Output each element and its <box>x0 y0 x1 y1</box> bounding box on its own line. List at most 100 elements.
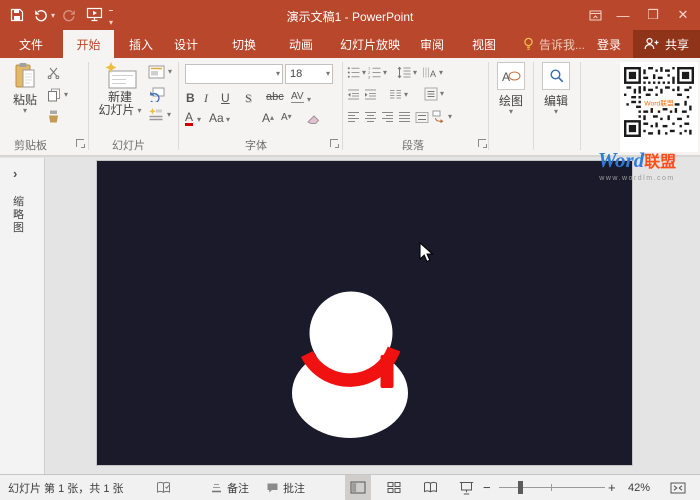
normal-view-button[interactable] <box>345 475 371 500</box>
slide-layout-button[interactable]: ▾ <box>148 65 172 79</box>
reading-view-button[interactable] <box>417 475 443 500</box>
numbered-list-icon: 123 <box>368 66 381 79</box>
underline-button[interactable]: U <box>221 91 230 105</box>
change-case-dropdown-arrow[interactable]: ▾ <box>226 116 230 124</box>
slide-number-indicator[interactable]: 幻灯片 第 1 张，共 1 张 <box>8 475 124 500</box>
font-color-dropdown-arrow[interactable]: ▾ <box>197 116 201 124</box>
reset-slide-button[interactable] <box>149 87 165 102</box>
tell-me-box[interactable]: 告诉我... <box>512 30 596 58</box>
tab-transitions[interactable]: 切换 <box>221 30 267 58</box>
align-text-button[interactable]: ▾ <box>424 87 444 101</box>
distribute-button[interactable] <box>415 111 429 124</box>
drawing-group-button[interactable]: A 绘图 ▾ <box>494 62 528 116</box>
slide-sorter-icon <box>387 481 401 494</box>
grow-font-button[interactable]: A▴ <box>262 111 274 125</box>
columns-button[interactable]: ▾ <box>389 88 408 101</box>
expand-pane-chevron-icon[interactable]: › <box>13 166 17 181</box>
bold-button[interactable]: B <box>186 91 195 105</box>
maximize-button[interactable]: ❒ <box>640 0 666 30</box>
text-shadow-button[interactable]: S <box>245 91 252 106</box>
zoom-in-button[interactable]: + <box>608 475 616 500</box>
tab-insert[interactable]: 插入 <box>118 30 164 58</box>
spellcheck-book-icon <box>155 481 172 495</box>
zoom-out-button[interactable]: − <box>483 475 491 500</box>
paste-dropdown-arrow[interactable]: ▾ <box>23 107 27 115</box>
drawing-dropdown-arrow[interactable]: ▾ <box>509 108 513 116</box>
columns-dropdown-arrow[interactable]: ▾ <box>404 91 408 99</box>
strikethrough-button[interactable]: abc <box>266 91 284 103</box>
align-center-button[interactable] <box>364 111 377 123</box>
justify-button[interactable] <box>398 111 411 123</box>
clear-formatting-button[interactable] <box>307 113 320 125</box>
line-spacing-button[interactable]: ▾ <box>397 66 417 79</box>
slide-sorter-view-button[interactable] <box>381 475 407 500</box>
char-spacing-dropdown-arrow[interactable]: ▾ <box>307 96 311 104</box>
tab-view[interactable]: 视图 <box>461 30 507 58</box>
person-add-icon <box>644 37 659 51</box>
new-slide-dropdown-arrow[interactable]: ▾ <box>138 107 142 115</box>
comments-button[interactable]: 批注 <box>266 475 305 500</box>
font-size-combobox[interactable]: 18▾ <box>285 64 333 84</box>
copy-dropdown-arrow[interactable]: ▾ <box>64 91 68 99</box>
section-dropdown-arrow[interactable]: ▾ <box>167 111 171 119</box>
zoom-slider-thumb[interactable] <box>518 481 523 494</box>
line-spacing-dropdown-arrow[interactable]: ▾ <box>413 69 417 77</box>
zoom-level-button[interactable]: 42% <box>628 475 650 500</box>
font-color-button[interactable]: A <box>185 111 193 126</box>
sign-in-button[interactable]: 登录 <box>586 30 632 58</box>
add-section-button[interactable]: ▾ <box>148 108 171 121</box>
scarf-tail-shape[interactable] <box>381 355 394 388</box>
zoom-slider-track[interactable] <box>499 487 605 488</box>
font-name-combobox[interactable]: ▾ <box>185 64 283 84</box>
align-right-button[interactable] <box>381 111 394 123</box>
proofing-status-button[interactable] <box>155 475 172 500</box>
layout-dropdown-arrow[interactable]: ▾ <box>168 68 172 76</box>
bullets-dropdown-arrow[interactable]: ▾ <box>362 69 366 77</box>
increase-indent-button[interactable] <box>364 88 377 101</box>
tab-design[interactable]: 设计 <box>163 30 209 58</box>
paste-button[interactable]: 粘贴 ▾ <box>8 62 42 115</box>
slide-canvas[interactable] <box>97 161 632 465</box>
notes-button[interactable]: 备注 <box>210 475 249 500</box>
tab-review[interactable]: 审阅 <box>409 30 455 58</box>
group-separator <box>580 62 581 150</box>
shrink-font-button[interactable]: A▾ <box>281 111 292 123</box>
close-button[interactable]: ✕ <box>670 0 696 30</box>
ribbon-display-options-button[interactable] <box>582 0 608 30</box>
character-spacing-button[interactable]: AV <box>291 91 304 103</box>
numbering-dropdown-arrow[interactable]: ▾ <box>383 69 387 77</box>
minimize-button[interactable]: — <box>610 0 636 30</box>
italic-button[interactable]: I <box>204 91 208 106</box>
text-direction-dropdown-arrow[interactable]: ▾ <box>439 69 443 77</box>
align-left-icon <box>347 111 360 123</box>
tab-slideshow[interactable]: 幻灯片放映 <box>329 30 411 58</box>
change-case-button[interactable]: Aa <box>209 111 224 125</box>
font-dialog-launcher[interactable] <box>330 139 338 147</box>
clipboard-dialog-launcher[interactable] <box>76 139 84 147</box>
format-painter-button[interactable] <box>47 110 60 123</box>
tab-file[interactable]: 文件 <box>8 30 54 58</box>
thumbnail-pane-label[interactable]: 缩略图 <box>12 196 25 235</box>
smartart-dropdown-arrow[interactable]: ▾ <box>448 113 452 121</box>
paragraph-dialog-launcher[interactable] <box>478 139 486 147</box>
tab-home[interactable]: 开始 <box>63 30 114 58</box>
share-button[interactable]: 共享 <box>633 30 700 58</box>
group-separator <box>342 62 343 150</box>
ribbon-tab-bar: 文件 开始 插入 设计 切换 动画 幻灯片放映 审阅 视图 告诉我... 登录 … <box>0 30 700 58</box>
tab-animations[interactable]: 动画 <box>278 30 324 58</box>
align-text-dropdown-arrow[interactable]: ▾ <box>440 90 444 98</box>
fit-slide-to-window-button[interactable] <box>670 475 686 500</box>
numbering-button[interactable]: 123 ▾ <box>368 66 387 79</box>
editing-dropdown-arrow[interactable]: ▾ <box>554 108 558 116</box>
text-direction-button[interactable]: A ▾ <box>422 66 443 79</box>
bullets-button[interactable]: ▾ <box>347 66 366 79</box>
align-left-button[interactable] <box>347 111 360 123</box>
new-slide-button[interactable]: 新建 幻灯片▾ <box>94 62 146 117</box>
slideshow-view-button[interactable] <box>453 475 479 500</box>
thumbnail-pane-collapsed[interactable]: › 缩略图 <box>0 158 45 474</box>
convert-smartart-button[interactable]: ▾ <box>432 110 452 124</box>
cut-button[interactable] <box>47 66 60 79</box>
editing-group-button[interactable]: 编辑 ▾ <box>539 62 573 116</box>
decrease-indent-button[interactable] <box>347 88 360 101</box>
copy-button[interactable]: ▾ <box>47 88 68 102</box>
